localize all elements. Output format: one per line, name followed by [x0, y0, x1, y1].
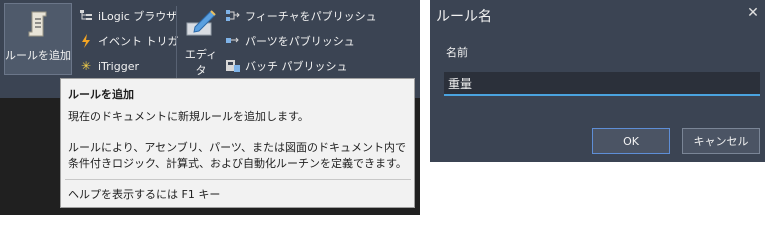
publish-parts-button[interactable]: パーツをパブリッシュ — [225, 31, 355, 51]
ilogic-browser-button[interactable]: iLogic ブラウザ — [78, 6, 177, 26]
add-rule-label: ルールを追加 — [5, 49, 71, 62]
dialog-title: ルール名 — [436, 9, 492, 25]
itrigger-button[interactable]: ✳ iTrigger — [78, 56, 139, 76]
batch-publish-label: バッチ パブリッシュ — [245, 60, 348, 73]
browser-icon — [78, 8, 94, 24]
cancel-button[interactable]: キャンセル — [682, 128, 760, 154]
tooltip-help-hint: ヘルプを表示するには F1 キー — [68, 188, 221, 201]
add-rule-tooltip: ルールを追加 現在のドキュメントに新規ルールを追加します。 ルールにより、アセン… — [60, 78, 415, 208]
name-field-label: 名前 — [446, 46, 468, 59]
publish-parts-label: パーツをパブリッシュ — [245, 35, 355, 48]
editor-label: エディタ — [184, 48, 218, 77]
rule-name-dialog: ルール名 ✕ 名前 OK キャンセル — [430, 0, 765, 162]
close-icon[interactable]: ✕ — [746, 6, 760, 20]
batch-publish-icon — [225, 58, 241, 74]
ok-button[interactable]: OK — [592, 128, 670, 154]
lightning-icon — [78, 33, 94, 49]
batch-publish-button[interactable]: バッチ パブリッシュ — [225, 56, 348, 76]
event-trigger-button[interactable]: イベント トリガ — [78, 31, 179, 51]
add-rule-button[interactable]: ルールを追加 — [4, 3, 72, 75]
editor-pencil-icon — [186, 10, 216, 36]
spark-icon: ✳ — [80, 59, 92, 73]
publish-feature-label: フィーチャをパブリッシュ — [245, 10, 377, 23]
tooltip-divider — [65, 179, 411, 180]
rule-name-input[interactable] — [444, 72, 760, 96]
tooltip-body: ルールにより、アセンブリ、パーツ、または図面のドキュメント内で条件付きロジック、… — [68, 141, 407, 170]
editor-button[interactable]: エディタ — [180, 3, 222, 77]
publish-feature-icon — [225, 8, 241, 24]
scroll-icon — [28, 11, 47, 37]
publish-feature-button[interactable]: フィーチャをパブリッシュ — [225, 6, 377, 26]
tooltip-title: ルールを追加 — [68, 88, 134, 101]
itrigger-label: iTrigger — [98, 59, 139, 73]
ilogic-browser-label: iLogic ブラウザ — [98, 10, 178, 23]
tooltip-description: 現在のドキュメントに新規ルールを追加します。 — [68, 110, 309, 123]
publish-parts-icon — [225, 33, 241, 49]
event-trigger-label: イベント トリガ — [98, 35, 179, 48]
